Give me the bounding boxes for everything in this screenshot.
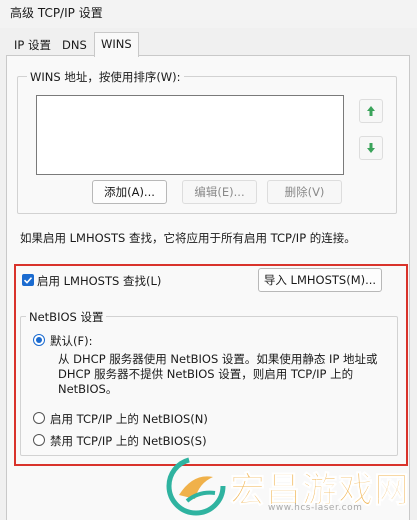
- wins-address-list[interactable]: [36, 95, 344, 175]
- delete-button[interactable]: 删除(V): [267, 180, 342, 204]
- tab-wins[interactable]: WINS: [94, 32, 139, 57]
- tab-strip: IP 设置 DNS WINS: [0, 32, 417, 57]
- enable-lmhosts-label[interactable]: 启用 LMHOSTS 查找(L): [37, 273, 161, 289]
- arrow-down-icon: [367, 143, 375, 153]
- lmhosts-info-text: 如果启用 LMHOSTS 查找，它将应用于所有启用 TCP/IP 的连接。: [20, 231, 356, 245]
- enable-lmhosts-checkbox[interactable]: [22, 274, 34, 286]
- move-up-button[interactable]: [359, 99, 383, 123]
- edit-button[interactable]: 编辑(E)...: [182, 180, 257, 204]
- watermark-url: www.hcs-laser.com: [268, 503, 363, 513]
- window-title: 高级 TCP/IP 设置: [10, 6, 103, 20]
- arrow-up-icon: [367, 106, 375, 116]
- watermark-logo-icon: [166, 456, 226, 516]
- title-bar: 高级 TCP/IP 设置: [0, 0, 417, 28]
- add-button[interactable]: 添加(A)...: [92, 180, 167, 204]
- netbios-enable-label[interactable]: 启用 TCP/IP 上的 NetBIOS(N): [50, 411, 208, 427]
- netbios-default-radio[interactable]: [33, 334, 45, 346]
- netbios-disable-radio[interactable]: [33, 434, 45, 446]
- tab-ip-settings[interactable]: IP 设置: [8, 36, 57, 56]
- netbios-default-label[interactable]: 默认(F):: [50, 333, 92, 349]
- netbios-group-label: NetBIOS 设置: [26, 309, 107, 325]
- checkmark-icon: [23, 277, 33, 284]
- move-down-button[interactable]: [359, 136, 383, 160]
- tab-dns[interactable]: DNS: [56, 36, 93, 56]
- netbios-enable-radio[interactable]: [33, 412, 45, 424]
- netbios-default-description: 从 DHCP 服务器使用 NetBIOS 设置。如果使用静态 IP 地址或 DH…: [58, 352, 378, 396]
- import-lmhosts-button[interactable]: 导入 LMHOSTS(M)...: [258, 268, 382, 292]
- netbios-disable-label[interactable]: 禁用 TCP/IP 上的 NetBIOS(S): [50, 433, 207, 449]
- wins-address-label: WINS 地址，按使用排序(W):: [27, 69, 184, 85]
